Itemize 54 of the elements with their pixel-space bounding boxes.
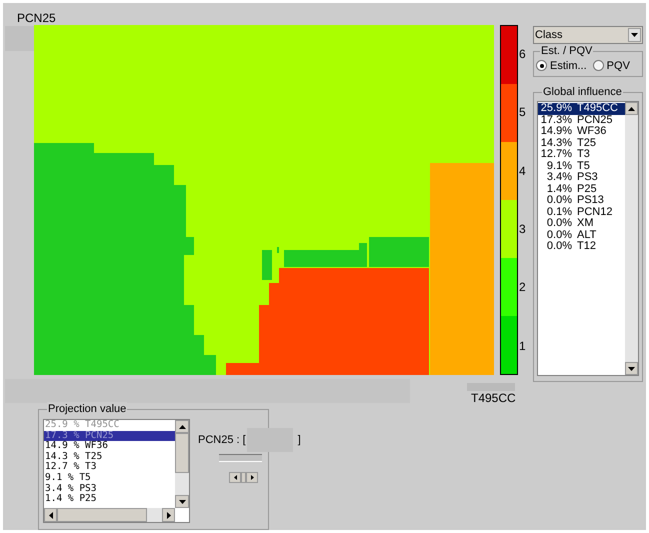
step-thumb[interactable] [241, 472, 246, 483]
step-left-icon[interactable] [229, 472, 241, 483]
list-item[interactable]: 12.7% T3 [538, 149, 625, 160]
group-title: Projection value [47, 402, 128, 416]
plot-title: PCN25 [17, 11, 56, 25]
slider-track[interactable] [219, 454, 262, 462]
list-item[interactable]: 14.3 % T25 [44, 452, 175, 462]
radio-indicator-icon[interactable] [536, 60, 547, 72]
list-item[interactable]: 17.3 % PCN25 [44, 430, 175, 442]
list-item[interactable]: 0.1% PCN12 [538, 206, 625, 218]
list-item[interactable]: 0.0% ALT [538, 230, 625, 241]
scroll-up-icon[interactable] [175, 420, 189, 433]
radio-button[interactable]: PQV [592, 58, 630, 74]
list-item[interactable]: 14.3% T25 [538, 138, 625, 149]
influence-list[interactable]: 25.9% T495CC 17.3% PCN25 14.9% WF36 14.3% T25 12.7% T3 9.1% T5 3.4% PS3 1.4% P25 0.0% PS13 0.1% PCN12 0.0% XM 0.0% ALT 0.0% T12 [537, 101, 639, 376]
scroll-thumb[interactable] [175, 433, 189, 473]
scale-label: 5 [519, 106, 526, 118]
scroll-thumb[interactable] [57, 508, 147, 522]
radio-button[interactable]: Estim... [536, 58, 587, 74]
list-item[interactable]: 3.4 % PS3 [44, 484, 175, 494]
scroll-up-icon[interactable] [625, 102, 638, 115]
list-item[interactable]: 9.1% T5 [538, 160, 625, 172]
list-item[interactable]: 12.7 % T3 [44, 462, 175, 473]
scale-label: 2 [519, 281, 526, 294]
scrollbar[interactable] [175, 420, 189, 508]
radio-indicator-icon[interactable] [592, 60, 604, 72]
list-item[interactable]: 14.9 % WF36 [44, 441, 175, 452]
list-item[interactable]: 1.4 % P25 [44, 494, 175, 505]
scale-label: 4 [519, 164, 526, 177]
scroll-down-icon[interactable] [175, 495, 189, 508]
list-item[interactable]: 9.1 % T5 [44, 472, 175, 484]
list-item[interactable]: 25.9% T495CC [538, 103, 625, 114]
horizontal-scrollbar[interactable] [44, 508, 175, 522]
scroll-left-icon[interactable] [44, 508, 57, 522]
field-label: ] [298, 432, 301, 448]
list-item[interactable]: 14.9% WF36 [538, 126, 625, 138]
list-item[interactable]: 3.4% PS3 [538, 172, 625, 184]
scroll-down-icon[interactable] [625, 362, 638, 375]
class-dropdown[interactable]: Class [533, 26, 643, 44]
list-item[interactable]: 0.0% XM [538, 218, 625, 230]
scale-label: 1 [519, 340, 526, 352]
field-label: PCN25 : [ [198, 432, 246, 448]
axis-label: T495CC [471, 391, 516, 405]
value-field[interactable] [246, 428, 293, 452]
list-item[interactable]: 0.0% PS13 [538, 195, 625, 206]
scale-label: 6 [519, 48, 526, 60]
scale-label: 3 [519, 223, 526, 236]
group-title: Est. / PQV [540, 44, 594, 58]
list-item[interactable]: 17.3% PCN25 [538, 114, 625, 126]
list-item[interactable]: 1.4% P25 [538, 184, 625, 195]
list-item[interactable]: 0.0% T12 [538, 241, 625, 252]
scroll-right-icon[interactable] [162, 508, 175, 522]
step-right-icon[interactable] [246, 472, 258, 483]
scrollbar[interactable] [625, 102, 638, 375]
